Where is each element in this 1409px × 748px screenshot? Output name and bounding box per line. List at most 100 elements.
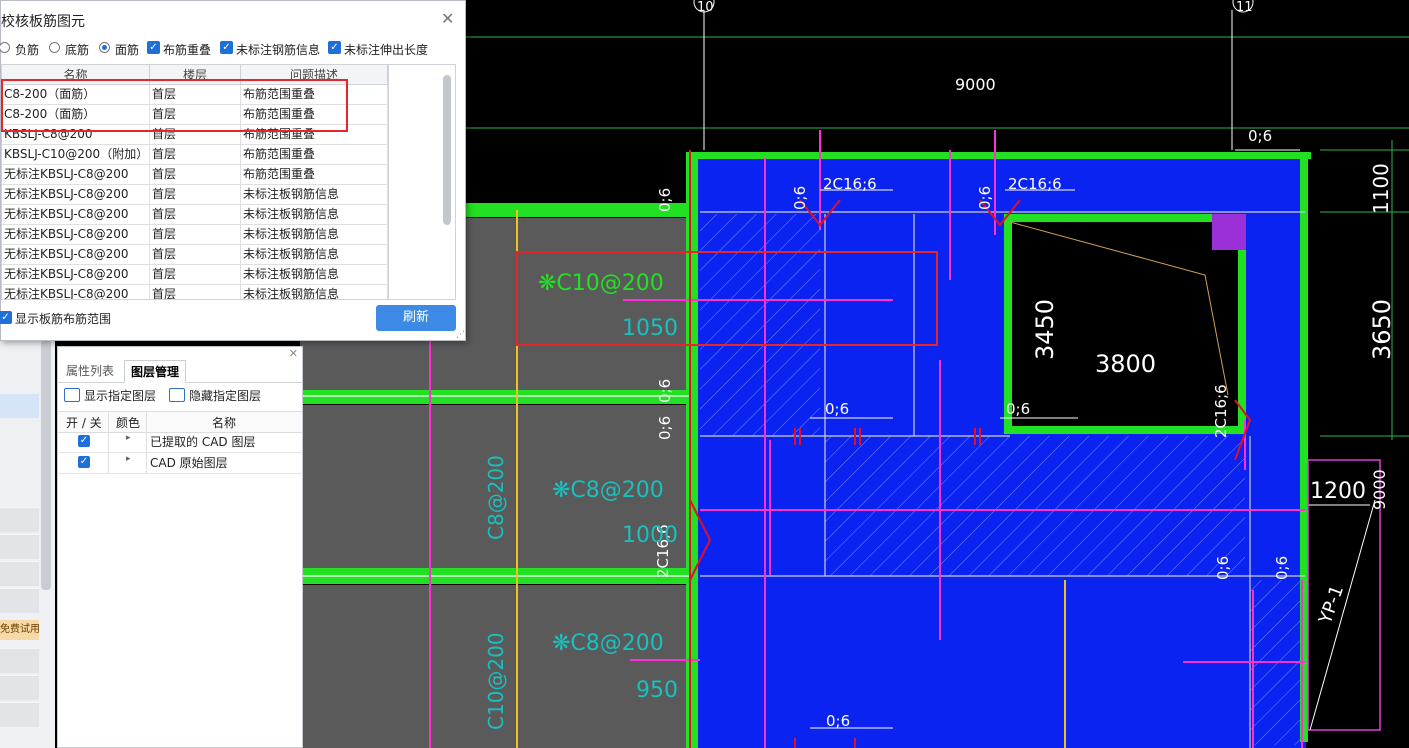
table-row[interactable]: 无标注KBSLJ-C8@200 首层 未标注板钢筋信息 [2, 265, 388, 285]
layer-row[interactable]: ✓ ▸ 已提取的 CAD 图层 [58, 431, 302, 453]
col-color: 颜色 [116, 416, 141, 430]
close-icon[interactable]: ✕ [441, 9, 454, 28]
layer-name: 已提取的 CAD 图层 [150, 435, 256, 449]
highlight-box [1, 79, 348, 132]
refresh-button[interactable]: 刷新 [376, 305, 456, 331]
cell-floor: 首层 [150, 165, 241, 185]
cell-issue: 未标注板钢筋信息 [241, 285, 388, 299]
left-toolbar-item-6[interactable] [0, 675, 39, 700]
table-row[interactable]: 无标注KBSLJ-C8@200 首层 未标注板钢筋信息 [2, 225, 388, 245]
cell-name: 无标注KBSLJ-C8@200 [2, 265, 150, 285]
label-06-a: 0;6 [1248, 127, 1272, 145]
cell-name: 无标注KBSLJ-C8@200 [2, 205, 150, 225]
checkbox-unlabeled-length[interactable]: ✓ [328, 41, 341, 54]
dialog-title: 校核板筋图元 [1, 14, 85, 30]
table-row[interactable]: KBSLJ-C10@200（附加） 首层 布筋范围重叠 [2, 145, 388, 165]
label-06-j: 0;6 [1214, 556, 1232, 580]
cell-name: KBSLJ-C10@200（附加） [2, 145, 150, 165]
layer-table-header: 开 / 关 颜色 名称 [58, 411, 302, 433]
table-row[interactable]: 无标注KBSLJ-C8@200 首层 布筋范围重叠 [2, 165, 388, 185]
table-row[interactable]: 无标注KBSLJ-C8@200 首层 未标注板钢筋信息 [2, 245, 388, 265]
radio-top[interactable] [99, 42, 110, 53]
dim-3800: 3800 [1095, 350, 1156, 378]
cell-floor: 首层 [150, 145, 241, 165]
radio-bottom-label: 底筋 [65, 43, 90, 57]
cell-floor: 首层 [150, 265, 241, 285]
cell-floor: 首层 [150, 285, 241, 299]
cell-name: 无标注KBSLJ-C8@200 [2, 165, 150, 185]
cell-issue: 未标注板钢筋信息 [241, 245, 388, 265]
left-toolbar-selected[interactable] [0, 394, 39, 418]
cell-name: 无标注KBSLJ-C8@200 [2, 225, 150, 245]
table-scrollbar[interactable] [443, 75, 451, 225]
hide-layer-label: 隐藏指定图层 [189, 389, 262, 403]
dim-3650: 3650 [1368, 299, 1396, 360]
left-scrollbar[interactable] [41, 340, 51, 590]
expand-arrow-icon[interactable]: ▸ [126, 433, 131, 443]
hide-layer-button[interactable]: 隐藏指定图层 [169, 387, 261, 404]
show-range-label: 显示板筋布筋范围 [15, 312, 112, 326]
label-2c16-a: 2C16;6 [823, 175, 877, 193]
label-c10-200: ❋C10@200 [538, 271, 664, 296]
layer-panel-tabs: 属性列表 图层管理 [58, 360, 302, 383]
axis-label-11: 11 [1236, 0, 1253, 15]
col-name: 名称 [212, 416, 237, 430]
cell-name: 无标注KBSLJ-C8@200 [2, 285, 150, 299]
hatch-a [700, 214, 820, 436]
dim-9000-vertical: 9000 [1370, 469, 1389, 510]
show-layer-label: 显示指定图层 [84, 389, 157, 403]
layer-visible-checkbox[interactable]: ✓ [78, 456, 90, 468]
layer-visible-checkbox[interactable]: ✓ [78, 435, 90, 447]
label-06-i: 0;6 [976, 186, 994, 210]
left-toolbar-item-4[interactable] [0, 588, 39, 613]
check-rebar-dialog: 校核板筋图元 ✕ 负筋 底筋 面筋 ✓ 布筋重叠 ✓ 未标注钢筋信息 ✓ 未标注… [0, 0, 466, 341]
checkbox-show-range[interactable]: ✓ [0, 311, 12, 324]
table-row[interactable]: 无标注KBSLJ-C8@200 首层 未标注板钢筋信息 [2, 185, 388, 205]
table-row[interactable]: 无标注KBSLJ-C8@200 首层 未标注板钢筋信息 [2, 205, 388, 225]
radio-bottom[interactable] [49, 42, 60, 53]
label-06-h: 0;6 [791, 186, 809, 210]
checkbox-unlabeled-info[interactable]: ✓ [220, 41, 233, 54]
label-c8-vertical: C8@200 [484, 455, 508, 540]
left-toolbar-item-1[interactable] [0, 507, 39, 532]
table-scroll-area [388, 65, 451, 299]
label-06-g: 0;6 [656, 416, 674, 440]
dim-950: 950 [636, 678, 678, 703]
dim-1200: 1200 [1310, 479, 1366, 504]
axis-label-10: 10 [697, 0, 714, 15]
cell-issue: 未标注板钢筋信息 [241, 185, 388, 205]
label-c8-200-a: ❋C8@200 [552, 478, 664, 503]
checkbox-unlabeled-info-label: 未标注钢筋信息 [236, 43, 321, 57]
table-row[interactable]: 无标注KBSLJ-C8@200 首层 未标注板钢筋信息 [2, 285, 388, 299]
label-c10-vertical: C10@200 [484, 632, 508, 730]
radio-negative[interactable] [0, 42, 10, 53]
free-trial-tag[interactable]: 免费试用 [0, 620, 39, 640]
resize-grip-icon[interactable]: ⋰ [456, 330, 465, 340]
dim-1000: 1000 [622, 523, 678, 548]
left-toolbar-item-3[interactable] [0, 561, 39, 586]
cell-issue: 未标注板钢筋信息 [241, 205, 388, 225]
left-toolbar-item-2[interactable] [0, 534, 39, 559]
label-06-b: 0;6 [825, 400, 849, 418]
tab-properties[interactable]: 属性列表 [60, 360, 120, 382]
label-06-e: 0;6 [656, 188, 674, 212]
expand-arrow-icon[interactable]: ▸ [126, 454, 131, 464]
cell-floor: 首层 [150, 225, 241, 245]
label-06-f: 0;6 [656, 379, 674, 403]
close-icon[interactable]: ✕ [289, 347, 298, 360]
dim-3450: 3450 [1031, 299, 1059, 360]
tab-layers[interactable]: 图层管理 [124, 360, 187, 383]
radio-negative-label: 负筋 [15, 43, 40, 57]
cell-name: 无标注KBSLJ-C8@200 [2, 245, 150, 265]
label-2c16-d: 2C16;6 [1212, 384, 1230, 438]
cell-issue: 未标注板钢筋信息 [241, 265, 388, 285]
cell-issue: 未标注板钢筋信息 [241, 225, 388, 245]
col-toggle: 开 / 关 [66, 416, 102, 430]
checkbox-overlap[interactable]: ✓ [147, 41, 160, 54]
left-toolbar-item-5[interactable] [0, 648, 39, 673]
layer-row[interactable]: ✓ ▸ CAD 原始图层 [58, 452, 302, 474]
show-layer-button[interactable]: 显示指定图层 [64, 387, 156, 404]
label-2c16-b: 2C16;6 [1008, 175, 1062, 193]
left-toolbar-item-7[interactable] [0, 702, 39, 727]
label-06-c: 0;6 [1006, 400, 1030, 418]
